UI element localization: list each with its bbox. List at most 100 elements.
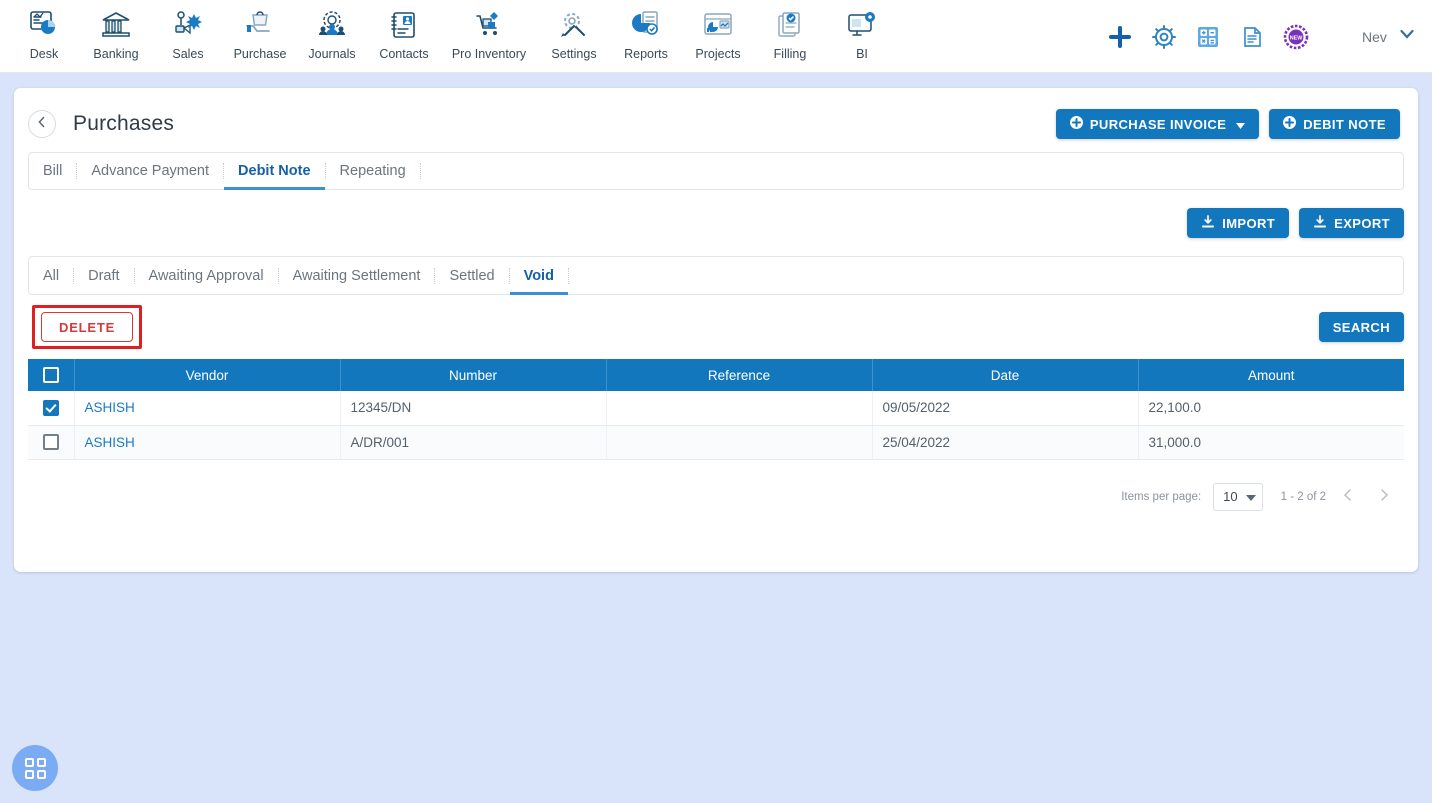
- table-row[interactable]: ASHISH 12345/DN 09/05/2022 22,100.0: [28, 391, 1404, 426]
- filter-tab-label: Void: [523, 267, 554, 284]
- nav-module-label: Reports: [624, 47, 668, 61]
- delete-highlight-annotation: DELETE: [32, 305, 143, 349]
- nav-module-pro-inventory[interactable]: Pro Inventory: [440, 0, 538, 61]
- select-all-cell[interactable]: [28, 359, 75, 391]
- select-all-checkbox[interactable]: [42, 367, 59, 384]
- filter-tab-all[interactable]: All: [29, 257, 73, 294]
- filter-tab-label: Draft: [88, 267, 120, 284]
- nav-module-label: BI: [856, 47, 868, 61]
- cell-vendor[interactable]: ASHISH: [74, 425, 341, 460]
- tab-repeating[interactable]: Repeating: [326, 153, 420, 189]
- import-button[interactable]: IMPORT: [1187, 208, 1290, 238]
- items-per-page-label: Items per page:: [1121, 490, 1202, 503]
- nav-module-desk[interactable]: Desk: [8, 0, 80, 61]
- tab-separator: [567, 267, 569, 284]
- nav-module-purchase[interactable]: Purchase: [224, 0, 296, 61]
- user-menu[interactable]: Nev: [1362, 25, 1416, 48]
- filter-tab-label: All: [43, 267, 60, 284]
- top-navigation-bar: Desk Banking Sales Purchase Journals Con…: [0, 0, 1432, 73]
- document-type-tabs: Bill Advance Payment Debit Note Repeatin…: [28, 152, 1404, 190]
- nav-module-filling[interactable]: Filling: [754, 0, 826, 61]
- cell-vendor[interactable]: ASHISH: [74, 391, 341, 426]
- row-checkbox[interactable]: [42, 399, 59, 416]
- chevron-down-icon: [1245, 489, 1256, 504]
- column-header-number[interactable]: Number: [340, 359, 607, 391]
- column-header-reference[interactable]: Reference: [606, 359, 873, 391]
- nav-module-label: Projects: [695, 47, 741, 61]
- bi-icon: [845, 5, 879, 45]
- search-button[interactable]: SEARCH: [1318, 312, 1404, 342]
- plus-icon[interactable]: [1098, 15, 1142, 59]
- chevron-left-icon: [36, 115, 48, 133]
- filter-tab-settled[interactable]: Settled: [435, 257, 508, 294]
- header-action-buttons: PURCHASE INVOICE DEBIT NOTE: [1055, 109, 1404, 139]
- export-button[interactable]: EXPORT: [1299, 208, 1404, 238]
- filter-tab-label: Settled: [449, 267, 495, 284]
- import-icon: [1201, 214, 1215, 232]
- notes-icon[interactable]: [1230, 15, 1274, 59]
- chevron-right-icon: [1377, 488, 1391, 505]
- nav-module-contacts[interactable]: Contacts: [368, 0, 440, 61]
- filter-tab-void[interactable]: Void: [509, 257, 569, 295]
- tab-bill[interactable]: Bill: [29, 153, 76, 189]
- page-range-label: 1 - 2 of 2: [1280, 490, 1326, 503]
- card-header: Purchases PURCHASE INVOICE DEBIT NOTE: [14, 88, 1418, 144]
- nav-module-journals[interactable]: Journals: [296, 0, 368, 61]
- nav-module-reports[interactable]: Reports: [610, 0, 682, 61]
- purchase-invoice-button[interactable]: PURCHASE INVOICE: [1055, 109, 1260, 139]
- bulk-action-row: DELETE SEARCH: [28, 305, 1404, 349]
- tab-debit-note[interactable]: Debit Note: [224, 153, 325, 190]
- table-row[interactable]: ASHISH A/DR/001 25/04/2022 31,000.0: [28, 425, 1404, 460]
- column-header-amount[interactable]: Amount: [1138, 359, 1404, 391]
- calculator-icon[interactable]: [1186, 15, 1230, 59]
- cell-reference: [606, 391, 873, 426]
- nav-module-settings[interactable]: Settings: [538, 0, 610, 61]
- filling-icon: [773, 5, 807, 45]
- new-badge-icon[interactable]: NEW: [1274, 15, 1318, 59]
- tab-advance-payment[interactable]: Advance Payment: [77, 153, 223, 189]
- filter-tab-draft[interactable]: Draft: [74, 257, 133, 294]
- contacts-icon: [387, 5, 421, 45]
- projects-icon: [701, 5, 735, 45]
- items-per-page-value: 10: [1223, 489, 1238, 504]
- nav-module-sales[interactable]: Sales: [152, 0, 224, 61]
- nav-module-label: Desk: [29, 47, 59, 61]
- journals-icon: [315, 5, 349, 45]
- nav-module-label: Journals: [308, 47, 356, 61]
- plus-circle-icon: [1283, 116, 1297, 132]
- tab-label: Debit Note: [238, 163, 311, 179]
- column-header-vendor[interactable]: Vendor: [74, 359, 341, 391]
- apps-launcher-button[interactable]: [12, 745, 58, 791]
- previous-page-button[interactable]: [1334, 483, 1362, 511]
- cell-reference: [606, 425, 873, 460]
- back-button[interactable]: [28, 110, 56, 138]
- vendor-link[interactable]: ASHISH: [85, 400, 135, 415]
- nav-module-banking[interactable]: Banking: [80, 0, 152, 61]
- debit-note-table: Vendor Number Reference Date Amount ASHI…: [28, 359, 1404, 460]
- filter-tab-awaiting-approval[interactable]: Awaiting Approval: [135, 257, 278, 294]
- delete-button[interactable]: DELETE: [41, 312, 134, 342]
- vendor-link[interactable]: ASHISH: [85, 435, 135, 450]
- cell-date: 25/04/2022: [872, 425, 1139, 460]
- nav-module-bi[interactable]: BI: [826, 0, 898, 61]
- nav-module-label: Purchase: [233, 47, 287, 61]
- table-header-row: Vendor Number Reference Date Amount: [28, 359, 1404, 391]
- items-per-page-select[interactable]: 10: [1213, 482, 1263, 511]
- nav-module-label: Banking: [93, 47, 139, 61]
- row-select-cell[interactable]: [28, 425, 75, 460]
- dashboard-icon: [27, 5, 61, 45]
- reports-icon: [629, 5, 663, 45]
- row-checkbox[interactable]: [42, 434, 59, 451]
- purchases-card: Purchases PURCHASE INVOICE DEBIT NOTE Bi…: [14, 88, 1418, 572]
- row-select-cell[interactable]: [28, 391, 75, 426]
- cell-amount: 31,000.0: [1138, 425, 1404, 460]
- purchase-icon: [243, 5, 277, 45]
- column-header-date[interactable]: Date: [872, 359, 1139, 391]
- filter-tab-awaiting-settlement[interactable]: Awaiting Settlement: [279, 257, 435, 294]
- filter-tab-label: Awaiting Settlement: [292, 267, 421, 284]
- debit-note-button[interactable]: DEBIT NOTE: [1269, 109, 1400, 139]
- gear-icon[interactable]: [1142, 15, 1186, 59]
- next-page-button[interactable]: [1370, 483, 1398, 511]
- nav-module-projects[interactable]: Projects: [682, 0, 754, 61]
- inventory-icon: [472, 5, 506, 45]
